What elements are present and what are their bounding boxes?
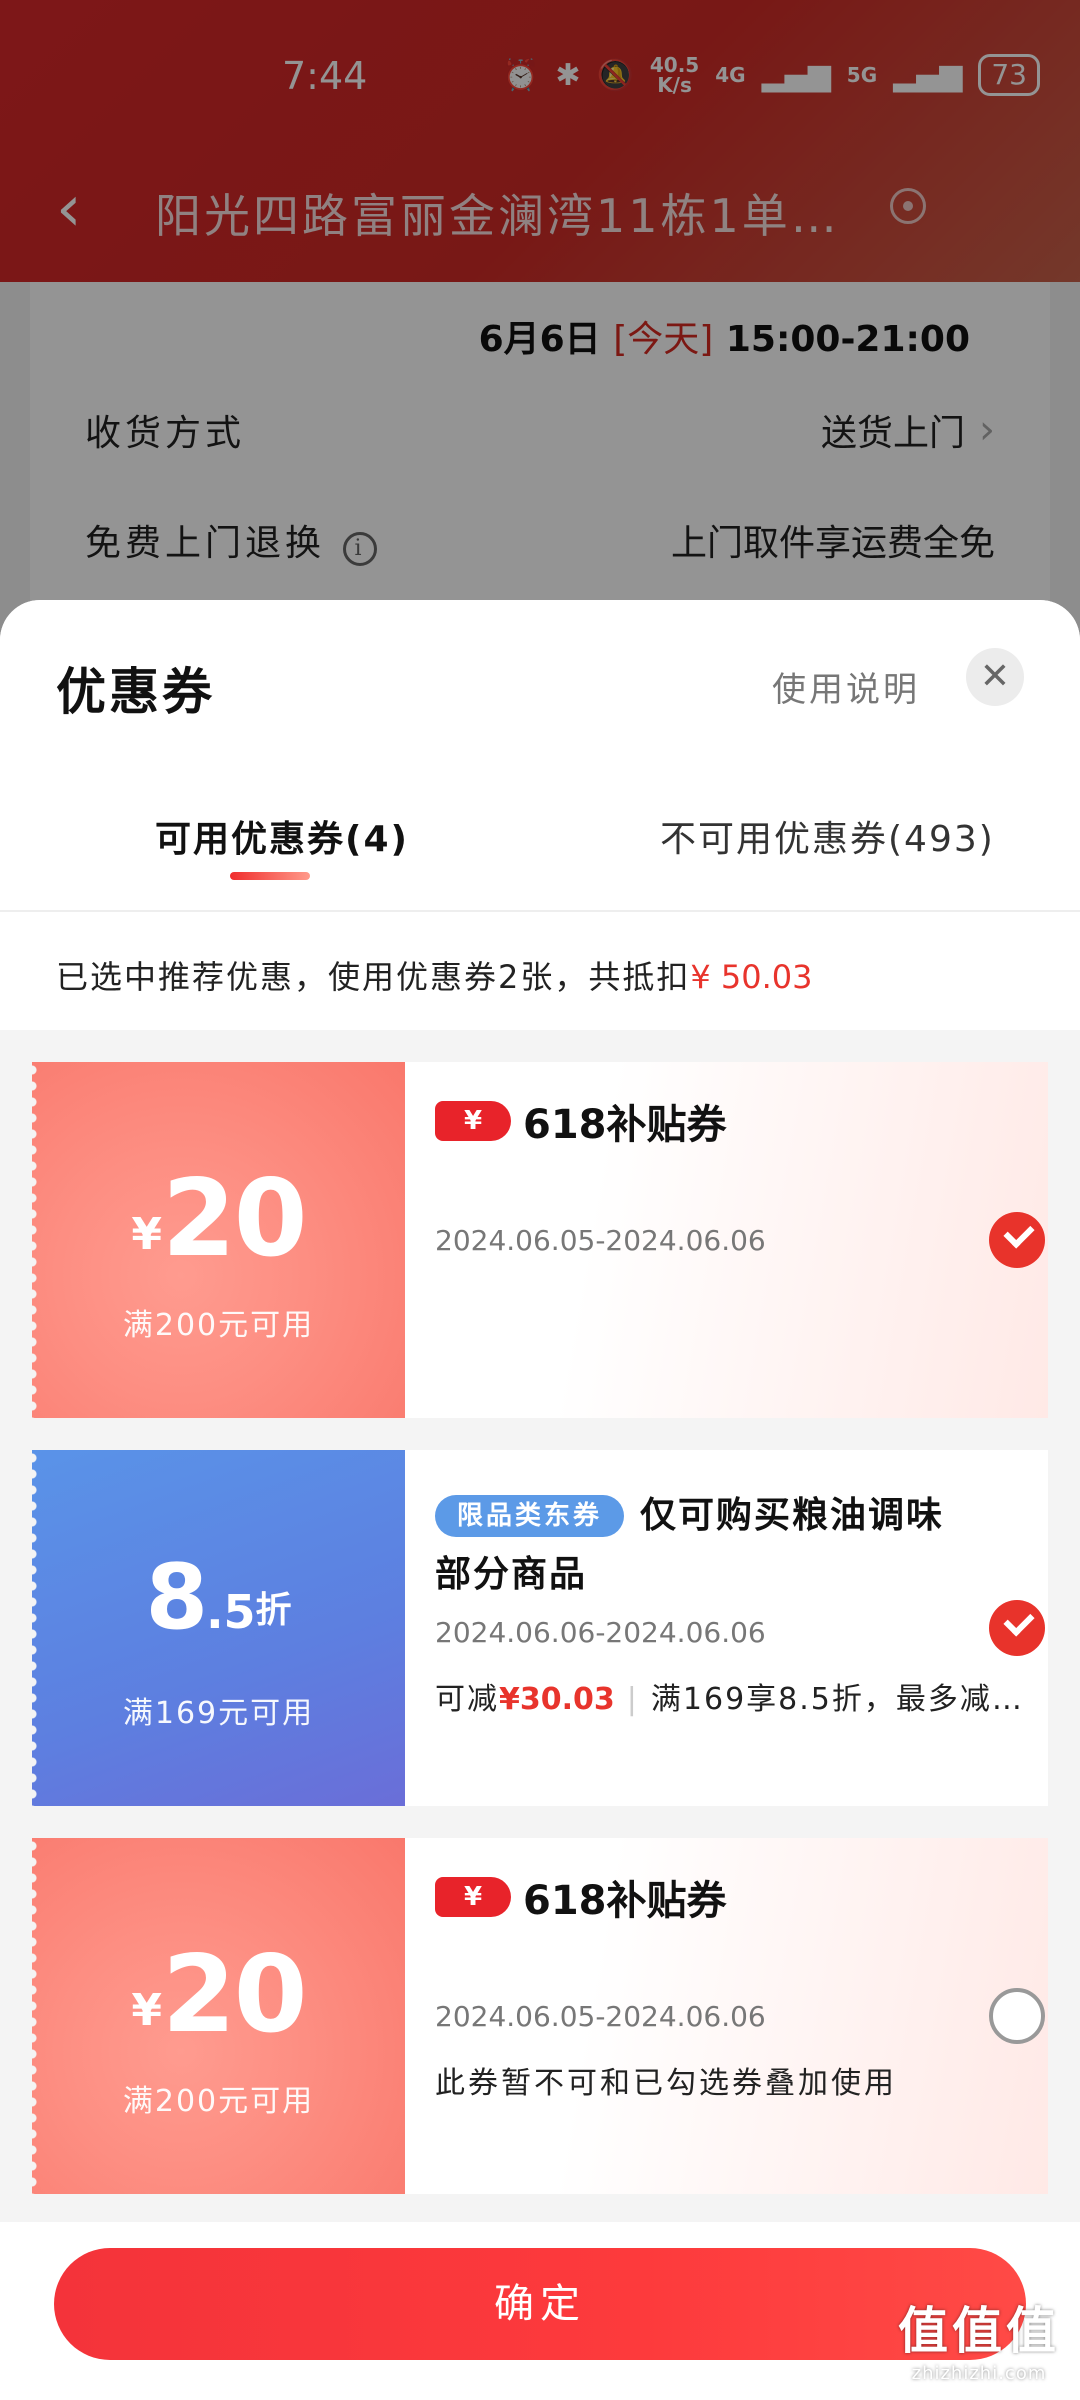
checked-icon[interactable] bbox=[989, 1600, 1045, 1656]
discount-rule: 满169享8.5折，最多减2… bbox=[650, 1682, 1025, 1717]
tab-available-coupons[interactable]: 可用优惠券(4) bbox=[155, 810, 409, 862]
coupon-details: ¥ 618补贴券 2024.06.05-2024.06.06 bbox=[405, 1062, 1048, 1418]
coupon-details: ¥ 618补贴券 2024.06.05-2024.06.06 此券暂不可和已勾选… bbox=[405, 1838, 1048, 2194]
coupon-validity: 2024.06.05-2024.06.06 bbox=[435, 1224, 766, 1257]
coupon-note: 此券暂不可和已勾选券叠加使用 bbox=[435, 2066, 897, 2101]
selection-summary: 已选中推荐优惠，使用优惠券2张，共抵扣¥ 50.03 bbox=[0, 912, 1080, 1030]
order-page-background: 7:44 ⏰ ✱ 🔕 40.5 K/s 4G ▂▄▆ 5G ▂▄▆ 73 ‹ 阳… bbox=[0, 0, 1080, 640]
discount-dec: .5 bbox=[206, 1585, 256, 1639]
coupon-brand-title: 618补贴券 bbox=[523, 1878, 727, 1924]
summary-text: 已选中推荐优惠，使用优惠券2张，共抵扣¥ 50.03 bbox=[56, 952, 813, 998]
sheet-footer: 确定 值值值 zhizhizhi.com bbox=[0, 2222, 1080, 2400]
coupon-card[interactable]: 8.5折 满169元可用 限品类东券 仅可购买粮油调味部分商品 2024.06.0… bbox=[32, 1450, 1048, 1806]
reduce-amount: ¥30.03 bbox=[499, 1682, 615, 1717]
coupon-brand: ¥ 618补贴券 bbox=[435, 1868, 727, 1926]
yen-tag-icon: ¥ bbox=[435, 1101, 511, 1141]
watermark: 值值值 zhizhizhi.com bbox=[898, 2291, 1060, 2384]
currency-symbol: ¥ bbox=[131, 1985, 163, 2036]
checked-icon[interactable] bbox=[989, 1212, 1045, 1268]
coupon-amount-value: 20 bbox=[162, 1933, 308, 2056]
currency-symbol: ¥ bbox=[131, 1209, 163, 1260]
coupon-title: 限品类东券 仅可购买粮油调味部分商品 bbox=[435, 1486, 955, 1604]
coupon-validity: 2024.06.06-2024.06.06 bbox=[435, 1616, 766, 1649]
unchecked-icon[interactable] bbox=[989, 1988, 1045, 2044]
coupon-validity: 2024.06.05-2024.06.06 bbox=[435, 2000, 766, 2033]
coupon-value-panel: ¥20 满200元可用 bbox=[32, 1838, 405, 2194]
coupon-sheet: 优惠券 使用说明 ✕ 可用优惠券(4) 不可用优惠券(493) 已选中推荐优惠，… bbox=[0, 600, 1080, 2400]
discount-int: 8 bbox=[145, 1545, 208, 1650]
active-tab-indicator bbox=[230, 872, 310, 880]
coupon-brand: ¥ 618补贴券 bbox=[435, 1092, 727, 1150]
reduce-label: 可减 bbox=[435, 1682, 499, 1717]
category-tag: 限品类东券 bbox=[435, 1495, 625, 1537]
coupon-value-panel: 8.5折 满169元可用 bbox=[32, 1450, 405, 1806]
watermark-main: 值值值 bbox=[898, 2302, 1060, 2360]
coupon-brand-title: 618补贴券 bbox=[523, 1102, 727, 1148]
coupon-sheet-header: 优惠券 使用说明 ✕ 可用优惠券(4) 不可用优惠券(493) bbox=[0, 600, 1080, 912]
usage-instructions-link[interactable]: 使用说明 bbox=[772, 662, 920, 711]
coupon-condition: 满169元可用 bbox=[122, 1696, 315, 1731]
modal-overlay[interactable] bbox=[0, 0, 1080, 640]
coupon-condition: 满200元可用 bbox=[122, 1308, 315, 1343]
coupon-amount-value: 20 bbox=[162, 1157, 308, 1280]
summary-label: 已选中推荐优惠，使用优惠券2张，共抵扣 bbox=[56, 958, 691, 996]
confirm-button[interactable]: 确定 bbox=[54, 2248, 1026, 2360]
yen-tag-icon: ¥ bbox=[435, 1877, 511, 1917]
close-icon[interactable]: ✕ bbox=[966, 648, 1024, 706]
sheet-title: 优惠券 bbox=[56, 663, 215, 721]
separator: | bbox=[626, 1682, 639, 1717]
summary-amount: ¥ 50.03 bbox=[690, 958, 813, 996]
coupon-card[interactable]: ¥20 满200元可用 ¥ 618补贴券 2024.06.05-2024.06.… bbox=[32, 1838, 1048, 2194]
coupon-value-panel: ¥20 满200元可用 bbox=[32, 1062, 405, 1418]
coupon-amount: ¥20 bbox=[32, 1933, 405, 2056]
coupon-reduction: 可减¥30.03 | 满169享8.5折，最多减2… bbox=[435, 1674, 1025, 1718]
watermark-sub: zhizhizhi.com bbox=[911, 2363, 1047, 2384]
discount-unit: 折 bbox=[255, 1590, 292, 1631]
coupon-condition: 满200元可用 bbox=[122, 2084, 315, 2119]
coupon-details: 限品类东券 仅可购买粮油调味部分商品 2024.06.06-2024.06.06 … bbox=[405, 1450, 1048, 1806]
tab-unavailable-coupons[interactable]: 不可用优惠券(493) bbox=[660, 810, 995, 862]
coupon-discount: 8.5折 bbox=[32, 1545, 405, 1650]
coupon-amount: ¥20 bbox=[32, 1157, 405, 1280]
coupon-card[interactable]: ¥20 满200元可用 ¥ 618补贴券 2024.06.05-2024.06.… bbox=[32, 1062, 1048, 1418]
